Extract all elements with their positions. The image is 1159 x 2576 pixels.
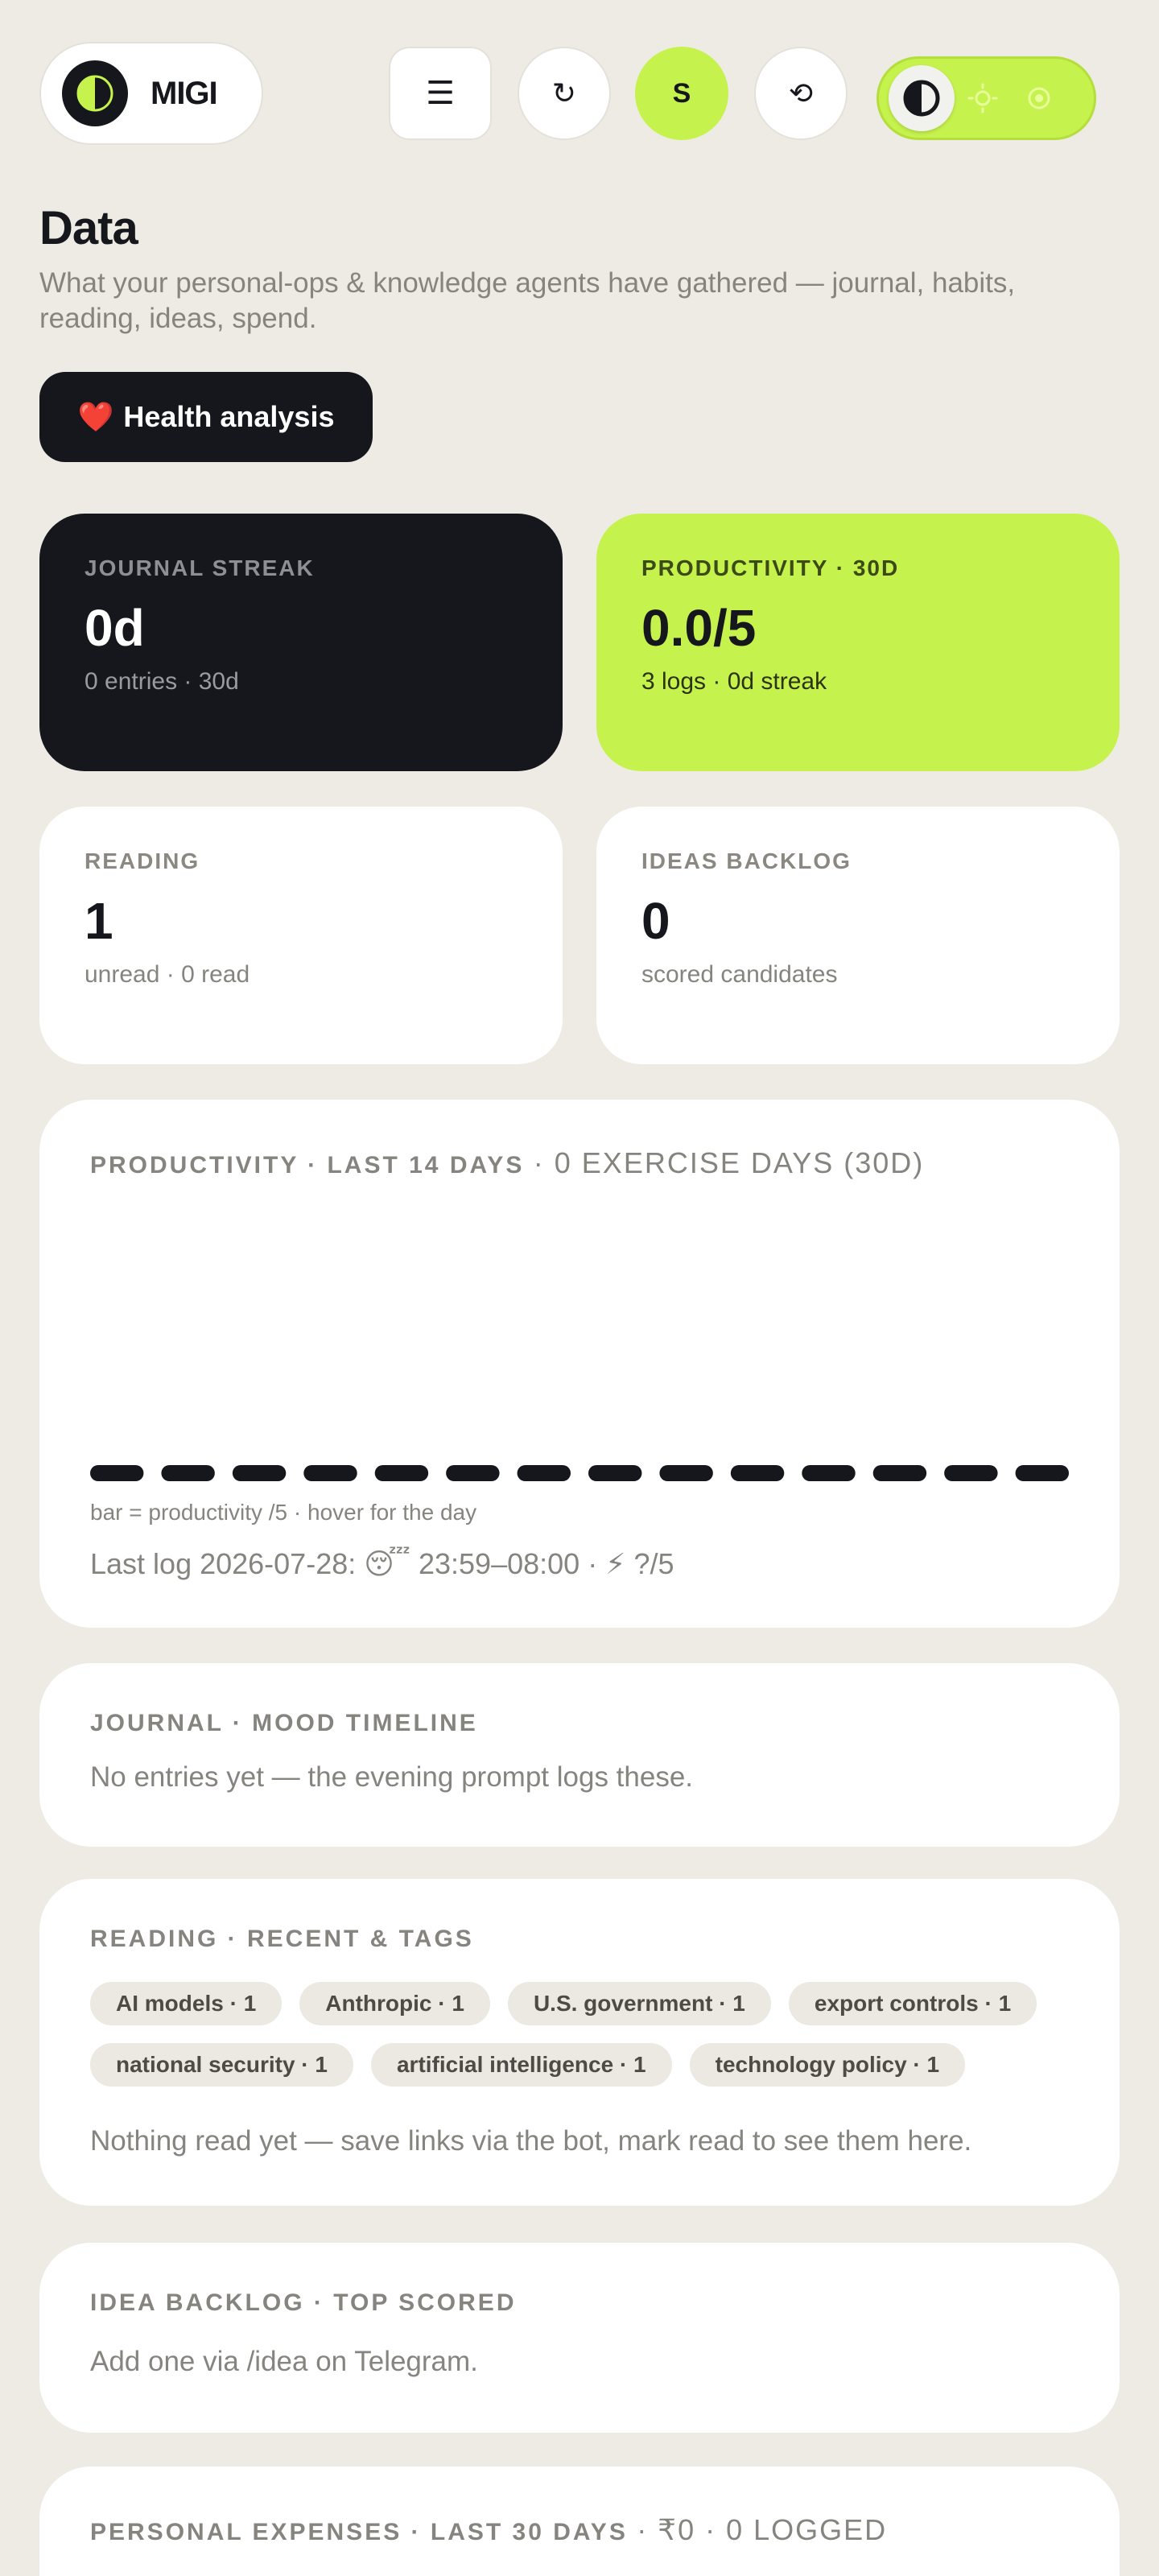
theme-dark-option[interactable] <box>1011 70 1067 126</box>
productivity-bar[interactable] <box>232 1465 287 1481</box>
page-title: Data <box>39 202 138 254</box>
stat-label: READING <box>85 848 200 873</box>
data-page: MIGI ☰ ↻ S ⟲ Data What your personal-ops… <box>0 0 1159 2576</box>
brand-logo-icon <box>62 60 128 126</box>
reading-tag[interactable]: artificial intelligence · 1 <box>370 2043 672 2087</box>
stat-value: 0d <box>85 599 145 657</box>
top-bar: MIGI ☰ ↻ S ⟲ <box>39 42 1120 145</box>
productivity-bar[interactable] <box>730 1465 785 1481</box>
ideas-heading-text: IDEA BACKLOG · TOP SCORED <box>90 2289 517 2316</box>
productivity-card: PRODUCTIVITY · 30D 0.0/5 3 logs · 0d str… <box>596 514 1120 771</box>
profile-button[interactable]: S <box>635 47 728 140</box>
profile-initial: S <box>672 77 691 109</box>
expenses-heading: PERSONAL EXPENSES · LAST 30 DAYS · ₹0 · … <box>90 2513 1069 2547</box>
productivity-bar[interactable] <box>1015 1465 1069 1481</box>
stat-sub: scored candidates <box>641 961 838 988</box>
productivity-bar[interactable] <box>872 1465 927 1481</box>
expenses-section: PERSONAL EXPENSES · LAST 30 DAYS · ₹0 · … <box>39 2467 1120 2576</box>
reading-tag-list: AI models · 1 Anthropic · 1 U.S. governm… <box>90 1982 1056 2087</box>
health-analysis-button[interactable]: ❤️ Health analysis <box>39 372 373 462</box>
last-log-text: Last log 2026-07-28: 😴 23:59–08:00 · ⚡ ?… <box>90 1547 674 1580</box>
reading-tag[interactable]: national security · 1 <box>90 2043 353 2087</box>
productivity-bar[interactable] <box>161 1465 215 1481</box>
reading-section: READING · RECENT & TAGS AI models · 1 An… <box>39 1879 1120 2206</box>
idea-backlog-section: IDEA BACKLOG · TOP SCORED Add one via /i… <box>39 2243 1120 2433</box>
expenses-heading-extra: · ₹0 · 0 LOGGED <box>637 2513 888 2546</box>
chart-caption: bar = productivity /5 · hover for the da… <box>90 1500 477 1525</box>
history-icon: ⟲ <box>788 76 814 109</box>
menu-icon: ☰ <box>426 76 455 111</box>
theme-auto-option[interactable] <box>889 65 955 131</box>
reading-tag[interactable]: export controls · 1 <box>788 1982 1037 2025</box>
productivity-heading-main: PRODUCTIVITY · LAST 14 DAYS <box>90 1152 525 1179</box>
heart-icon: ❤️ <box>77 400 114 433</box>
productivity-bar[interactable] <box>446 1465 500 1481</box>
ideas-backlog-card: IDEAS BACKLOG 0 scored candidates <box>596 807 1120 1064</box>
productivity-bar[interactable] <box>517 1465 571 1481</box>
brand-pill[interactable]: MIGI <box>39 42 263 145</box>
productivity-bar[interactable] <box>659 1465 713 1481</box>
productivity-bar[interactable] <box>374 1465 429 1481</box>
reading-tag[interactable]: technology policy · 1 <box>689 2043 966 2087</box>
ideas-heading: IDEA BACKLOG · TOP SCORED <box>90 2289 1069 2317</box>
journal-heading: JOURNAL · MOOD TIMELINE <box>90 1710 1069 1737</box>
stat-label: PRODUCTIVITY · 30D <box>641 555 900 580</box>
productivity-bar[interactable] <box>303 1465 357 1481</box>
stat-sub: 3 logs · 0d streak <box>641 668 827 695</box>
refresh-icon: ↻ <box>551 76 577 109</box>
productivity-heading-extra: · 0 EXERCISE DAYS (30D) <box>533 1146 925 1179</box>
journal-streak-card: JOURNAL STREAK 0d 0 entries · 30d <box>39 514 563 771</box>
stat-label: JOURNAL STREAK <box>85 555 315 580</box>
stat-value: 0 <box>641 892 670 950</box>
reading-tag[interactable]: U.S. government · 1 <box>507 1982 771 2025</box>
productivity-bar[interactable] <box>588 1465 642 1481</box>
theme-toggle[interactable] <box>876 56 1096 140</box>
page-subtitle: What your personal-ops & knowledge agent… <box>39 267 1016 334</box>
history-button[interactable]: ⟲ <box>754 47 848 140</box>
reading-heading-text: READING · RECENT & TAGS <box>90 1926 474 1952</box>
journal-section: JOURNAL · MOOD TIMELINE No entries yet —… <box>39 1663 1120 1847</box>
target-icon <box>1028 87 1050 109</box>
productivity-bar-chart <box>90 1465 1069 1481</box>
health-analysis-label: Health analysis <box>123 400 335 433</box>
stat-sub: 0 entries · 30d <box>85 668 239 695</box>
reading-card: READING 1 unread · 0 read <box>39 807 563 1064</box>
stat-label: IDEAS BACKLOG <box>641 848 852 873</box>
stat-value: 0.0/5 <box>641 599 757 657</box>
productivity-heading: PRODUCTIVITY · LAST 14 DAYS · 0 EXERCISE… <box>90 1146 1069 1180</box>
stat-value: 1 <box>85 892 113 950</box>
refresh-button[interactable]: ↻ <box>518 47 611 140</box>
theme-light-option[interactable] <box>955 70 1011 126</box>
productivity-bar[interactable] <box>90 1465 144 1481</box>
sun-icon <box>967 83 998 114</box>
journal-heading-text: JOURNAL · MOOD TIMELINE <box>90 1710 478 1736</box>
reading-heading: READING · RECENT & TAGS <box>90 1926 1069 1953</box>
journal-empty-text: No entries yet — the evening prompt logs… <box>90 1761 694 1793</box>
reading-empty-text: Nothing read yet — save links via the bo… <box>90 2125 972 2157</box>
productivity-bar[interactable] <box>944 1465 998 1481</box>
contrast-icon <box>903 80 940 117</box>
brand-name: MIGI <box>151 75 218 111</box>
reading-tag[interactable]: Anthropic · 1 <box>299 1982 490 2025</box>
stat-sub: unread · 0 read <box>85 961 250 988</box>
ideas-empty-text: Add one via /idea on Telegram. <box>90 2346 478 2377</box>
menu-button[interactable]: ☰ <box>389 47 492 140</box>
reading-tag[interactable]: AI models · 1 <box>90 1982 283 2025</box>
productivity-bar[interactable] <box>802 1465 856 1481</box>
expenses-heading-main: PERSONAL EXPENSES · LAST 30 DAYS <box>90 2519 628 2545</box>
